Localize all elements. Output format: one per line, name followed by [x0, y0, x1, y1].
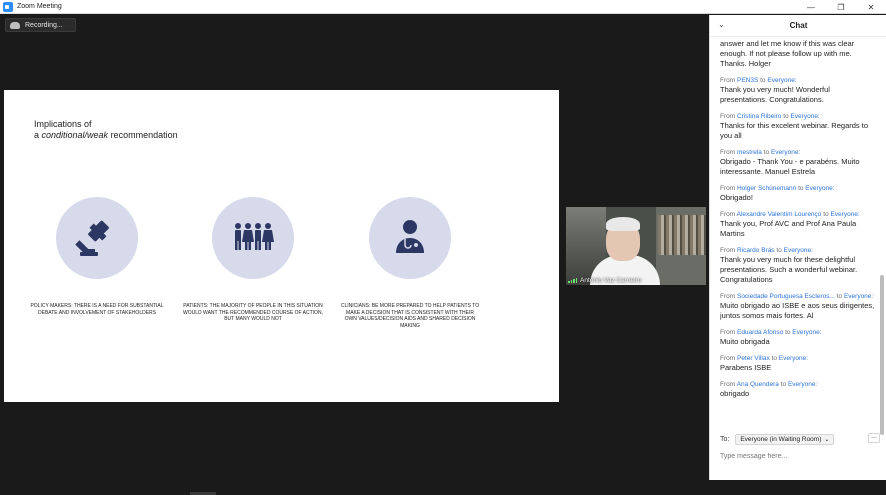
sender-name[interactable]: Ricardo Brás — [737, 247, 775, 254]
doctor-icon — [396, 220, 424, 253]
sender-name[interactable]: Cristina Ribeiro — [737, 113, 781, 120]
patients-circle — [212, 197, 294, 279]
to-label: To: — [720, 435, 730, 443]
clinicians-caption: CLINICIANS: BE MORE PREPARED TO HELP PAT… — [340, 303, 480, 329]
recording-indicator[interactable]: Recording... — [5, 18, 76, 32]
chat-recipient-row: To: Everyone (in Waiting Room) ⌄ — [720, 433, 880, 445]
chat-message-sender: From Eduarda Afonso to Everyone: — [720, 329, 822, 336]
recipient-name[interactable]: Everyone: — [779, 355, 808, 362]
chat-message-text: Muito obrigada — [720, 337, 770, 346]
sender-name[interactable]: Holger Schünemann — [737, 185, 796, 192]
clinicians-circle — [369, 197, 451, 279]
chat-scrollbar-thumb[interactable] — [880, 275, 884, 435]
gavel-icon — [75, 220, 109, 256]
slide-heading-line2: a conditional/weak recommendation — [34, 130, 178, 140]
slide-heading: Implications of a conditional/weak recom… — [34, 119, 178, 141]
chat-message: From PEN3S to Everyone: Thank you very mu… — [720, 76, 877, 105]
chat-message: From mestrela to Everyone: Obrigado - Tha… — [720, 148, 877, 177]
chat-message-sender: From mestrela to Everyone: — [720, 149, 801, 156]
recipient-name[interactable]: Everyone: — [790, 113, 819, 120]
recipient-name[interactable]: Everyone: — [830, 211, 859, 218]
chat-message-sender: From PEN3S to Everyone: — [720, 77, 797, 84]
chat-messages: answer and let me know if this was clear… — [720, 39, 877, 439]
chat-message-text: Thank you very much for these delightful… — [720, 255, 858, 284]
window-titlebar: Zoom Meeting — ❐ ✕ — [0, 0, 886, 14]
chevron-down-icon[interactable]: ⌄ — [718, 20, 725, 29]
participant-hair — [606, 217, 640, 231]
policy-makers-circle — [56, 197, 138, 279]
close-button[interactable]: ✕ — [856, 0, 886, 14]
chat-message: From Eduarda Afonso to Everyone: Muito ob… — [720, 328, 877, 347]
sender-name[interactable]: Ana Quendera — [737, 381, 779, 388]
participant-name: António Vaz Carneiro — [580, 277, 642, 284]
participant-video-tile[interactable]: António Vaz Carneiro — [566, 207, 706, 285]
recipient-name[interactable]: Everyone: — [844, 293, 873, 300]
chat-message-text: Obrigado! — [720, 193, 753, 202]
window-controls: — ❐ ✕ — [796, 0, 886, 14]
participant-name-label: António Vaz Carneiro — [568, 277, 641, 284]
recipient-value: Everyone (in Waiting Room) — [740, 435, 822, 443]
recipient-name[interactable]: Everyone: — [767, 77, 796, 84]
connection-signal-icon — [568, 278, 577, 283]
recipient-name[interactable]: Everyone: — [805, 185, 834, 192]
chat-scrollbar[interactable] — [880, 39, 884, 439]
chat-message-text: obrigado — [720, 389, 750, 398]
chat-message-text: Thank you, Prof AVC and Prof Ana Paula M… — [720, 219, 857, 238]
chat-message: From Holger Schünemann to Everyone: Obrig… — [720, 184, 877, 203]
chat-message-input[interactable] — [720, 449, 880, 463]
chat-message-text: Thank you very much! Wonderful presentat… — [720, 85, 830, 104]
chat-message: From Ana Quendera to Everyone: obrigado — [720, 380, 877, 399]
patients-caption: PATIENTS: THE MAJORITY OF PEOPLE IN THIS… — [183, 303, 323, 322]
chat-message: From Ricardo Brás to Everyone: Thank you … — [720, 246, 877, 285]
recipient-name[interactable]: Everyone: — [792, 329, 821, 336]
minimize-button[interactable]: — — [796, 0, 826, 14]
chat-message-sender: From Peter Villax to Everyone: — [720, 355, 809, 362]
chevron-down-icon: ⌄ — [824, 436, 830, 443]
chat-message-text: Muito obrigado ao ISBE e aos seus dirige… — [720, 301, 875, 320]
chat-message-sender: From Ricardo Brás to Everyone: — [720, 247, 813, 254]
video-bookshelf — [658, 215, 706, 255]
chat-panel: ⌄ Chat answer and let me know if this wa… — [709, 15, 886, 480]
recipient-name[interactable]: Everyone: — [771, 149, 800, 156]
sender-name[interactable]: mestrela — [737, 149, 762, 156]
recording-label: Recording... — [25, 21, 63, 29]
recipient-dropdown[interactable]: Everyone (in Waiting Room) ⌄ — [735, 433, 835, 445]
meeting-area: Recording... Implications of a condition… — [0, 15, 709, 495]
chat-message-sender: From Alexandre Valentim Lourenço to Ever… — [720, 211, 860, 218]
sender-name[interactable]: Alexandre Valentim Lourenço — [737, 211, 822, 218]
shared-screen-slide: Implications of a conditional/weak recom… — [4, 90, 559, 402]
sender-name[interactable]: PEN3S — [737, 77, 758, 84]
chat-message-text: Thanks for this excelent webinar. Regard… — [720, 121, 868, 140]
window-title: Zoom Meeting — [17, 3, 62, 10]
sender-name[interactable]: Peter Villax — [737, 355, 770, 362]
chat-message-sender: From Holger Schünemann to Everyone: — [720, 185, 835, 192]
recipient-name[interactable]: Everyone: — [784, 247, 813, 254]
chat-message: From Peter Villax to Everyone: Parabens I… — [720, 354, 877, 373]
chat-message: From Alexandre Valentim Lourenço to Ever… — [720, 210, 877, 239]
more-options-button[interactable]: ... — [868, 433, 880, 443]
chat-message-sender: From Cristina Ribeiro to Everyone: — [720, 113, 820, 120]
sender-name[interactable]: Eduarda Afonso — [737, 329, 783, 336]
chat-message: From Cristina Ribeiro to Everyone: Thanks… — [720, 112, 877, 141]
chat-message-sender: From Ana Quendera to Everyone: — [720, 381, 818, 388]
chat-message: answer and let me know if this was clear… — [720, 39, 877, 69]
chat-message-sender: From Sociedade Portuguesa Escleros... to… — [720, 293, 874, 300]
chat-title: Chat — [789, 21, 808, 30]
maximize-button[interactable]: ❐ — [826, 0, 856, 14]
sender-name[interactable]: Sociedade Portuguesa Escleros... — [737, 293, 835, 300]
chat-header: ⌄ Chat — [710, 15, 886, 37]
recipient-name[interactable]: Everyone: — [788, 381, 817, 388]
zoom-app-icon — [3, 1, 13, 12]
slide-heading-line1: Implications of — [34, 119, 92, 129]
cloud-recording-icon — [10, 21, 20, 29]
policy-makers-caption: POLICY MAKERS: THERE IS A NEED FOR SUBST… — [30, 303, 164, 316]
chat-message-text: answer and let me know if this was clear… — [720, 39, 855, 68]
chat-message-text: Obrigado - Thank You - e parabéns. Muito… — [720, 157, 860, 176]
chat-message: From Sociedade Portuguesa Escleros... to… — [720, 292, 877, 321]
chat-message-text: Parabens ISBE — [720, 363, 772, 372]
people-group-icon — [235, 223, 274, 250]
